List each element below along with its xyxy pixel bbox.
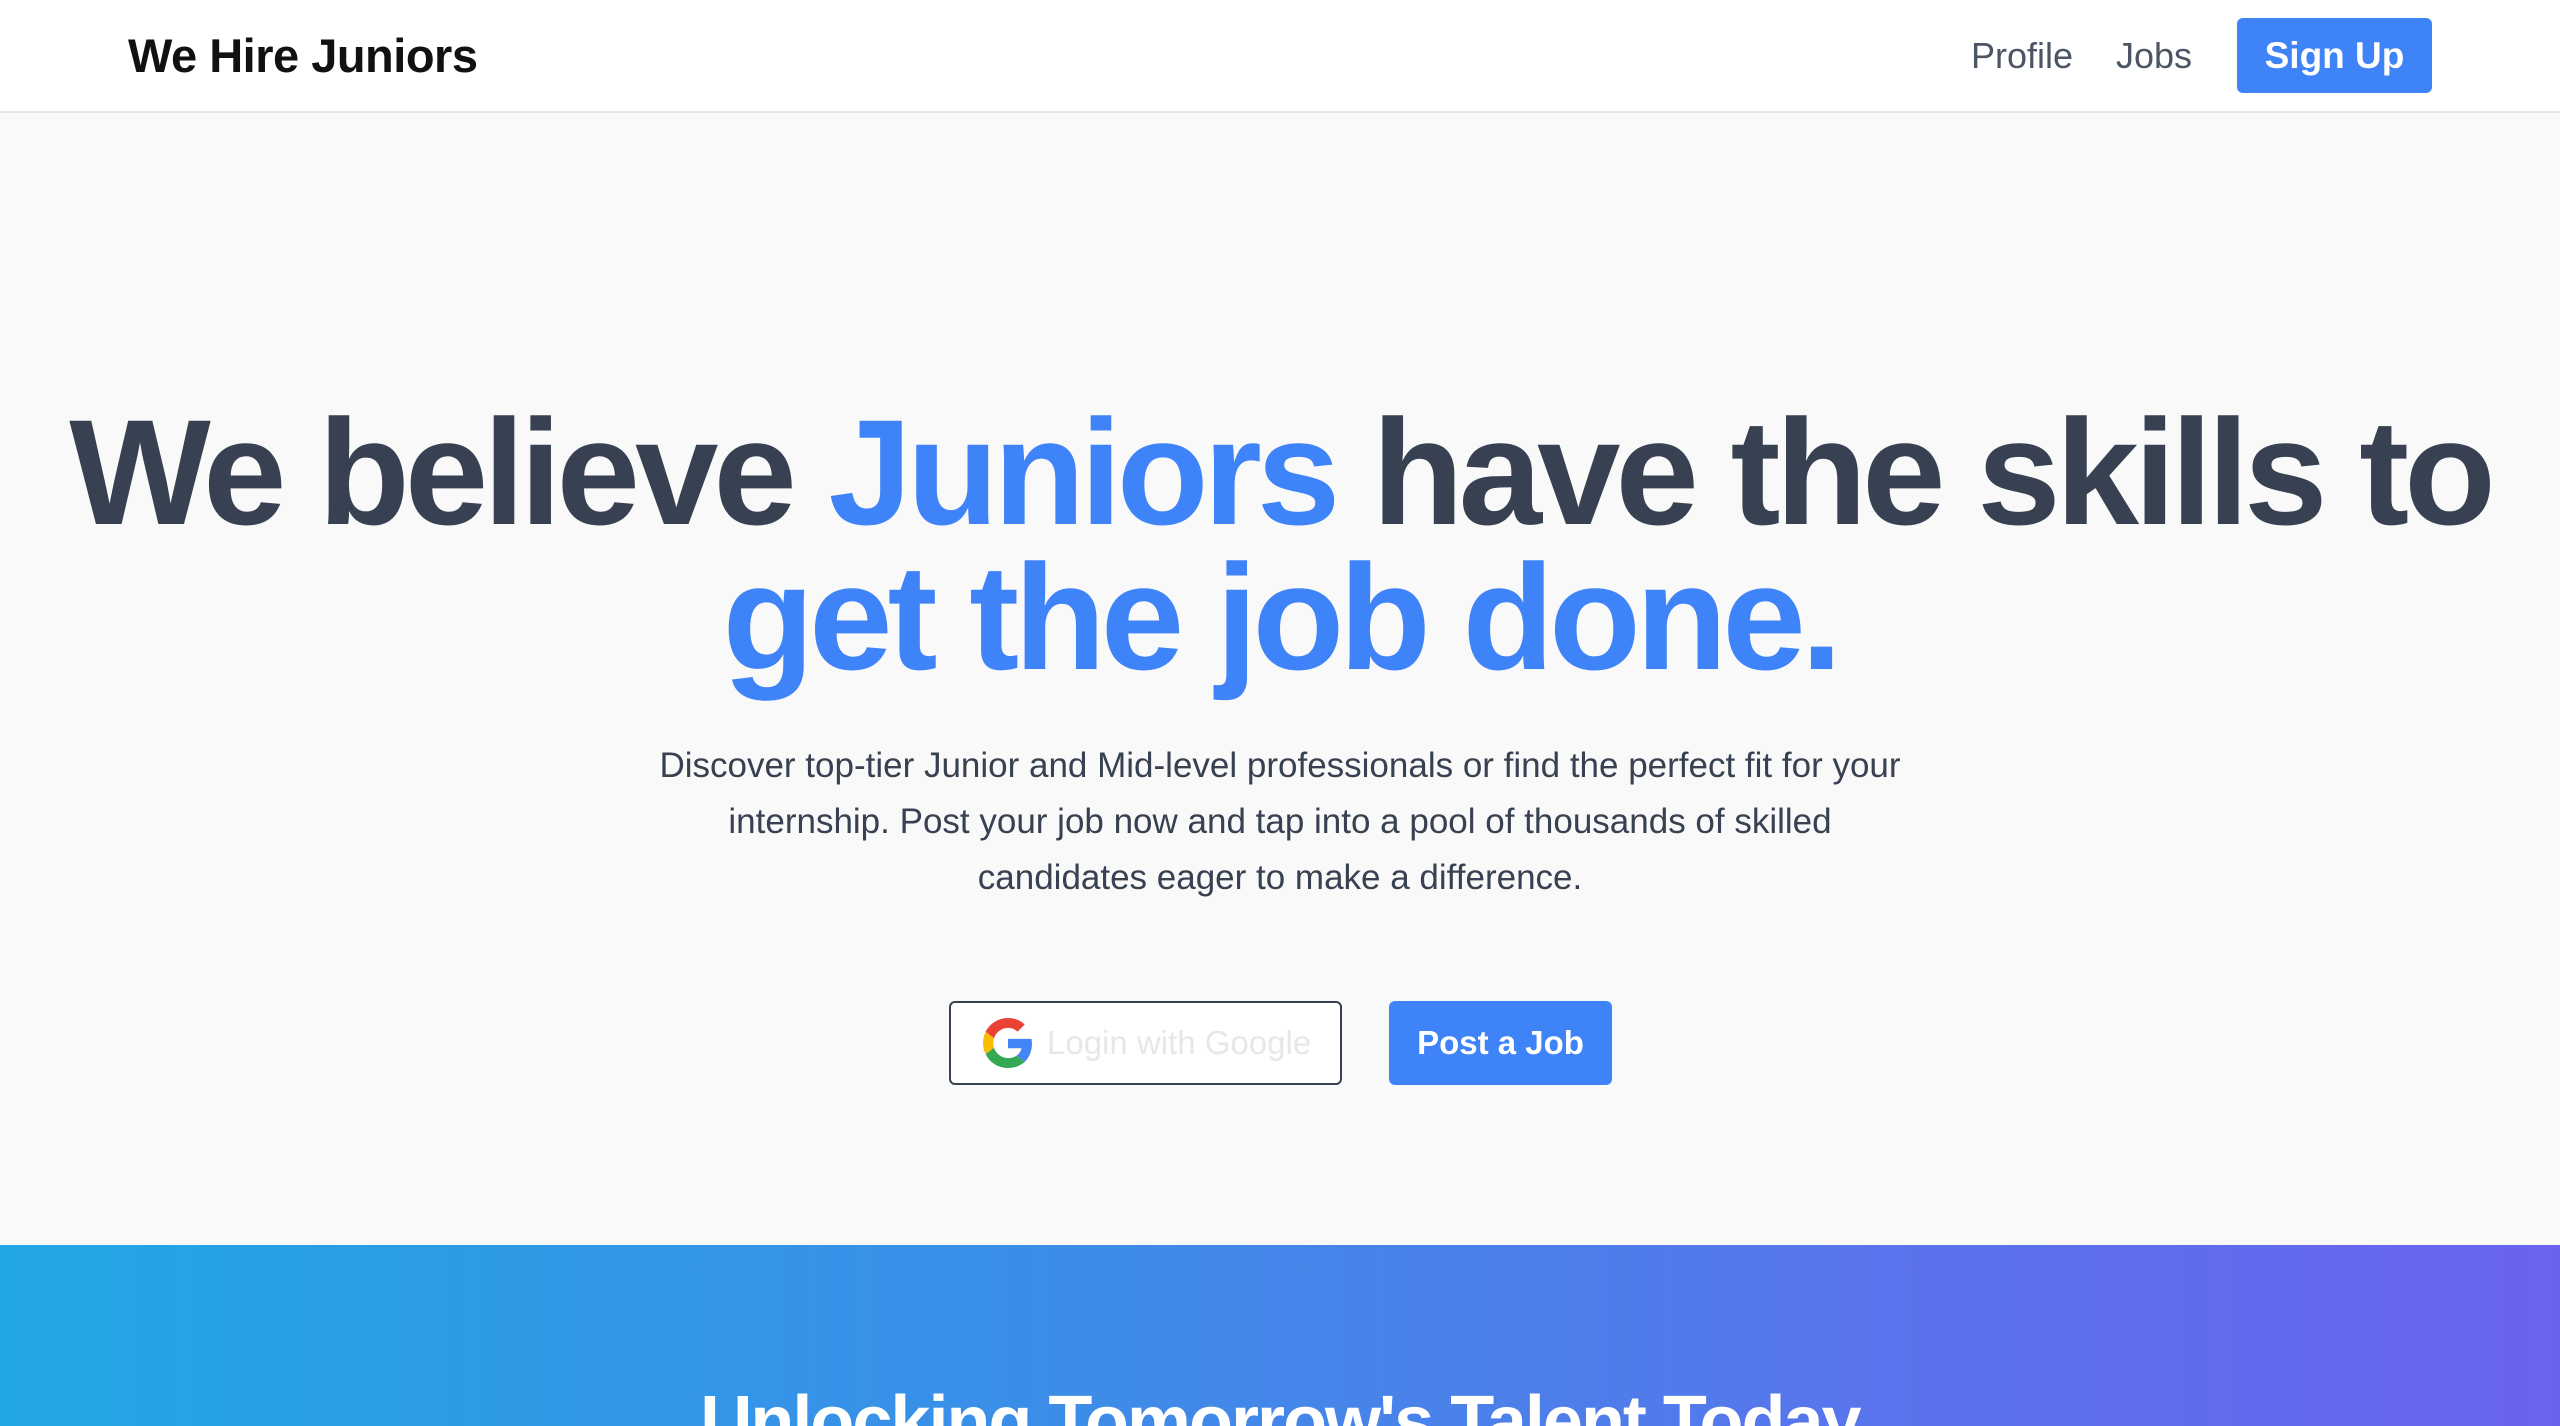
band-title: Unlocking Tomorrow's Talent Today xyxy=(700,1382,1861,1426)
hero-title-part1: We believe xyxy=(69,388,829,556)
hero-title-part2: have the skills to xyxy=(1335,388,2496,556)
hero-title-accent-job-done: get the job done. xyxy=(722,533,1843,701)
site-header: We Hire Juniors Profile Jobs Sign Up xyxy=(0,0,2560,113)
hero-title: We believe Juniors have the skills to ge… xyxy=(0,397,2560,692)
nav-jobs-link[interactable]: Jobs xyxy=(2116,30,2192,82)
talent-band: Unlocking Tomorrow's Talent Today xyxy=(0,1245,2560,1426)
nav-profile-link[interactable]: Profile xyxy=(1971,30,2073,82)
login-with-google-button[interactable]: Login with Google xyxy=(949,1001,1342,1085)
login-with-google-label: Login with Google xyxy=(1047,1024,1312,1061)
hero-subtitle: Discover top-tier Junior and Mid-level p… xyxy=(659,746,1901,897)
post-job-button[interactable]: Post a Job xyxy=(1389,1001,1612,1085)
hero-title-accent-juniors: Juniors xyxy=(828,388,1341,556)
signup-button[interactable]: Sign Up xyxy=(2237,18,2432,93)
brand-logo[interactable]: We Hire Juniors xyxy=(128,26,478,86)
google-g-icon xyxy=(983,1018,1032,1068)
